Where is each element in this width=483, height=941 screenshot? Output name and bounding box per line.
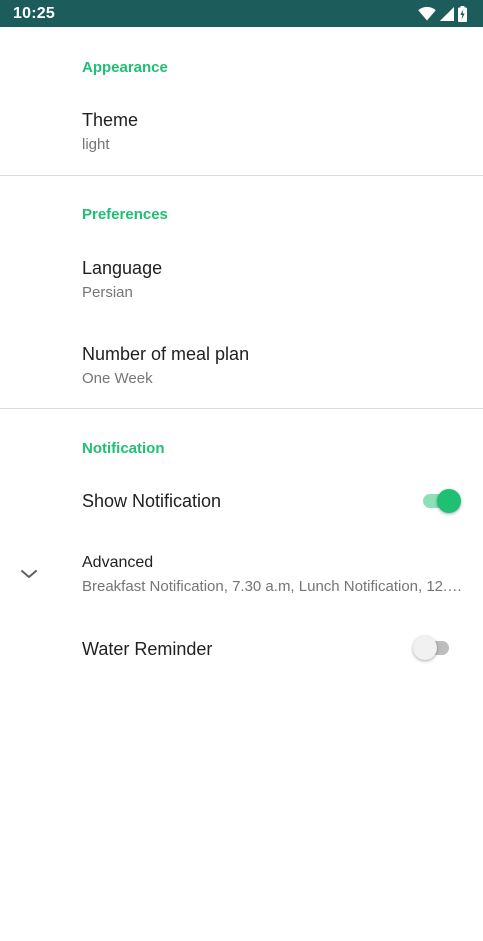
status-time: 10:25 xyxy=(13,5,55,22)
section-header-appearance: Appearance xyxy=(82,59,168,76)
section-header-preferences: Preferences xyxy=(82,206,168,223)
section-header-notification: Notification xyxy=(82,440,165,457)
theme-title: Theme xyxy=(82,110,139,130)
show-notification-switch[interactable] xyxy=(421,487,461,515)
status-icons xyxy=(418,5,467,22)
show-notification-title: Show Notification xyxy=(82,491,222,511)
language-title: Language xyxy=(82,258,163,278)
water-reminder-switch[interactable] xyxy=(413,634,453,662)
advanced-expand-row[interactable] xyxy=(0,540,483,608)
theme-summary: light xyxy=(82,136,110,153)
meal-plan-summary: One Week xyxy=(82,370,153,387)
theme-preference-row[interactable] xyxy=(0,96,483,174)
status-bar: 10:25 xyxy=(0,0,483,27)
advanced-summary: Breakfast Notification, 7.30 a.m, Lunch … xyxy=(82,578,465,595)
water-reminder-row[interactable] xyxy=(0,622,483,678)
wifi-icon xyxy=(418,6,436,21)
chevron-down-icon[interactable] xyxy=(19,566,39,582)
advanced-title: Advanced xyxy=(82,554,154,571)
signal-icon xyxy=(440,6,454,21)
meal-plan-preference-row[interactable] xyxy=(0,329,483,407)
battery-charging-icon xyxy=(458,5,467,22)
language-preference-row[interactable] xyxy=(0,243,483,323)
water-reminder-title: Water Reminder xyxy=(82,639,213,659)
meal-plan-title: Number of meal plan xyxy=(82,344,250,364)
divider xyxy=(0,408,483,409)
switch-thumb xyxy=(437,489,461,513)
show-notification-row[interactable] xyxy=(0,474,483,530)
divider xyxy=(0,175,483,176)
language-summary: Persian xyxy=(82,284,133,301)
switch-thumb xyxy=(413,636,437,660)
